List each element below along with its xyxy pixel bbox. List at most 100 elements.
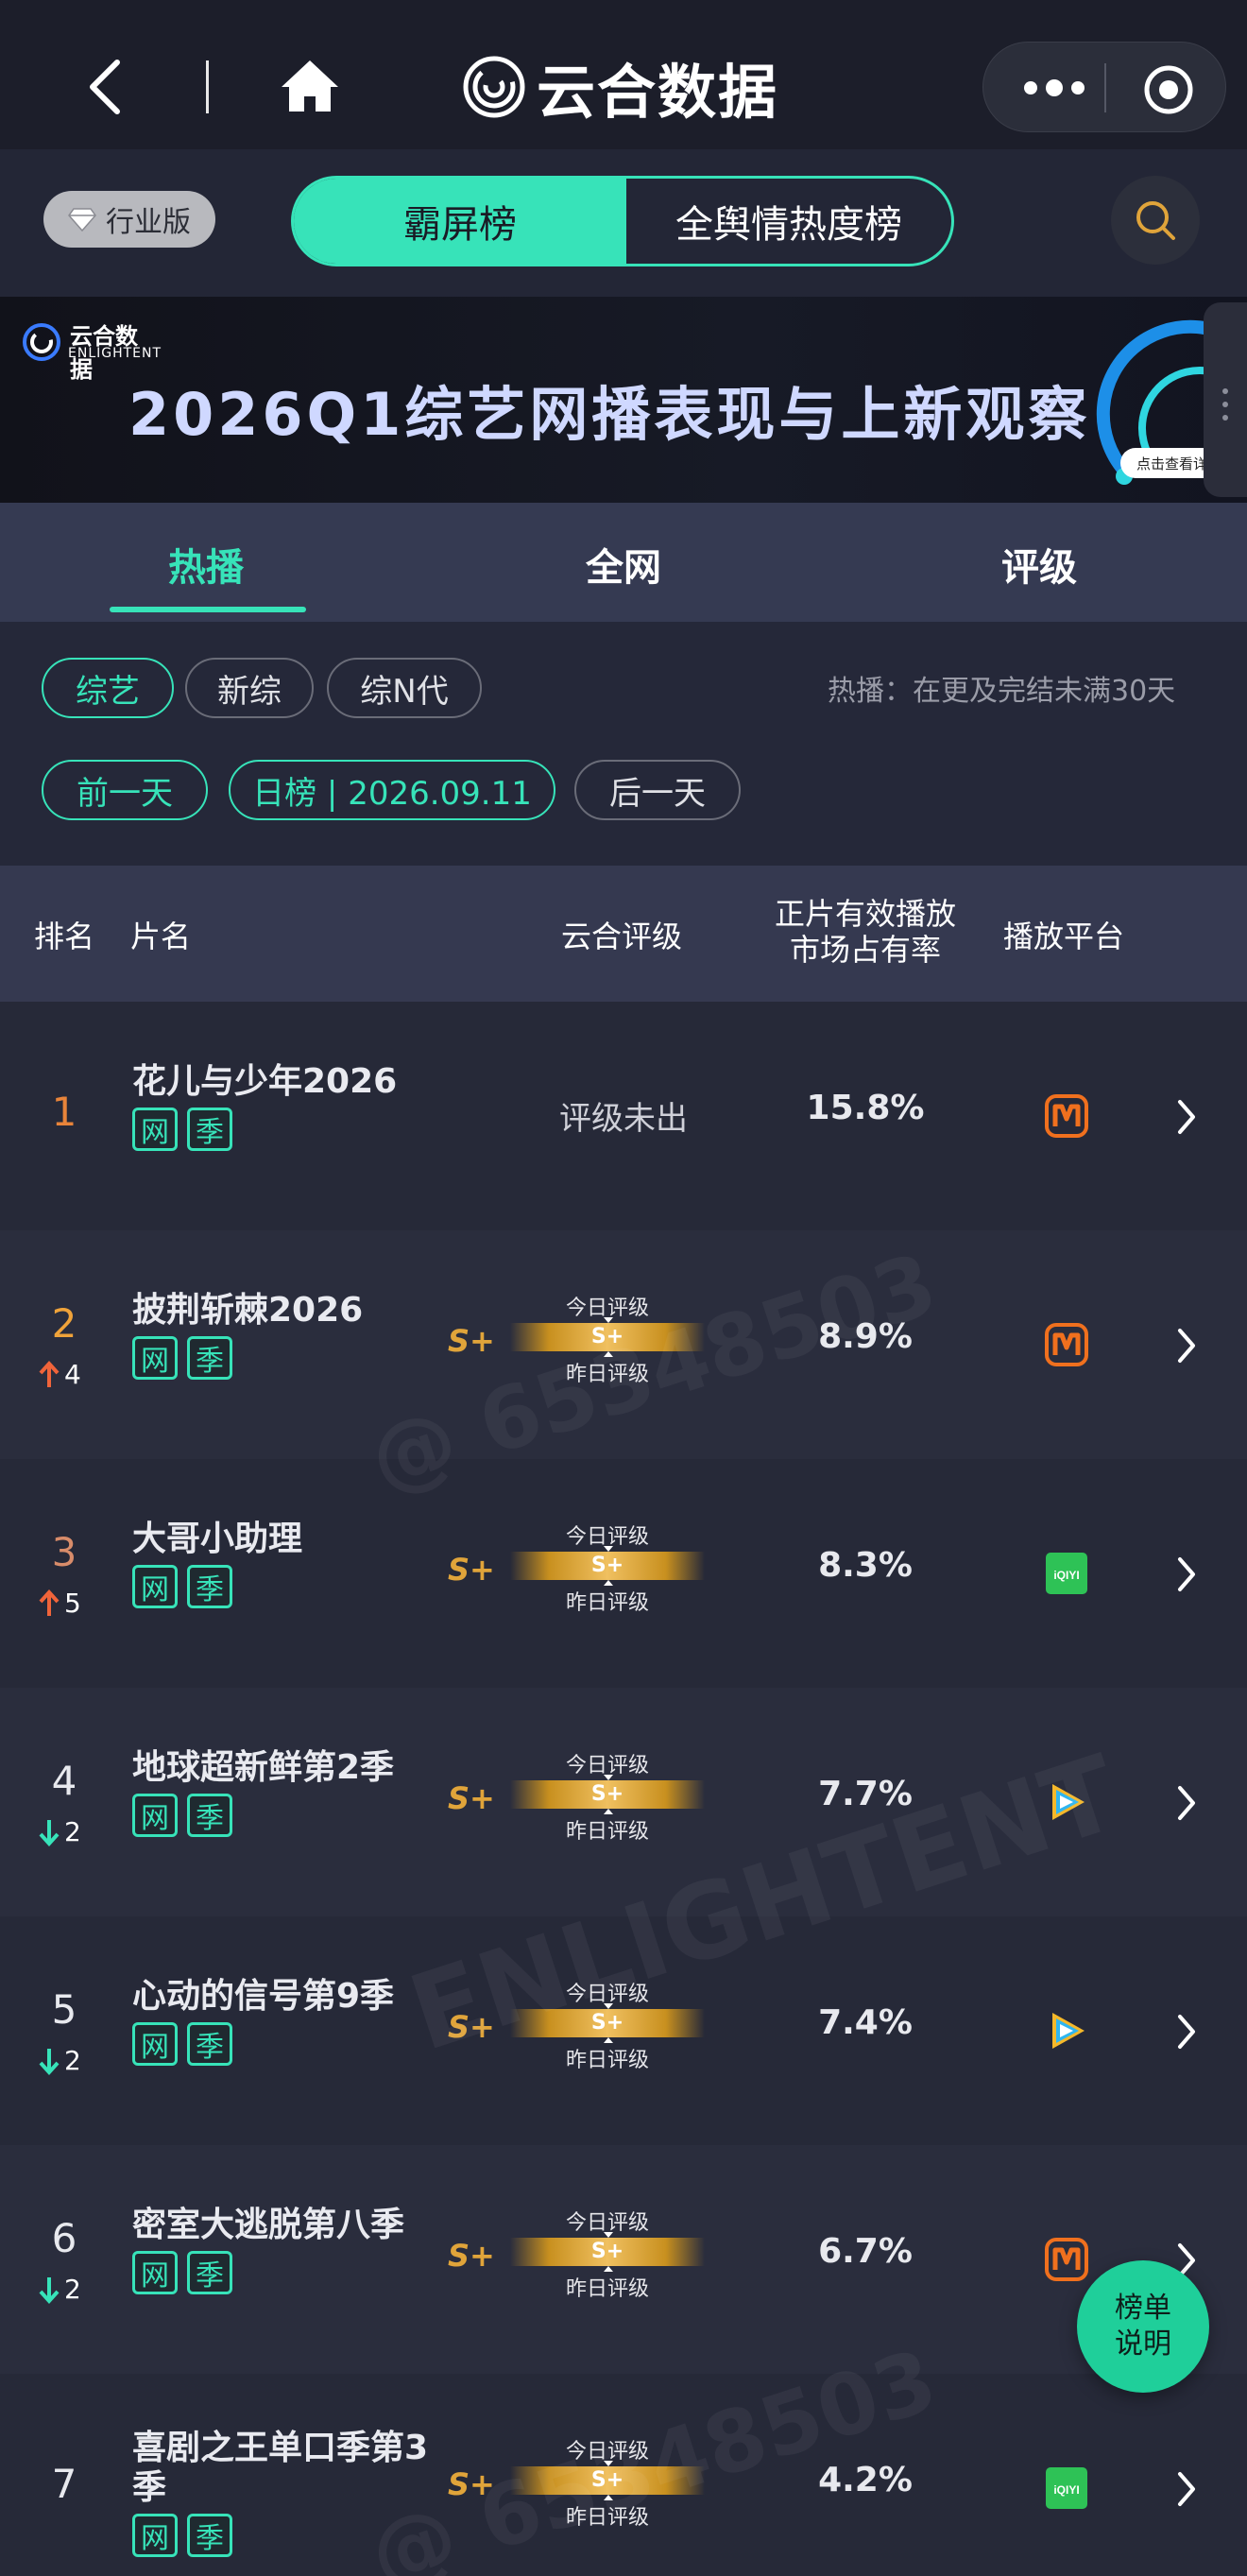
rating-grade: S+ xyxy=(448,2466,495,2502)
back-chevron-icon[interactable] xyxy=(81,57,128,117)
chevron-right-icon[interactable] xyxy=(1175,2013,1198,2051)
mango-tv-icon xyxy=(1045,1094,1088,1138)
rank-change: 2 xyxy=(38,2274,104,2305)
rank-change: 4 xyxy=(38,1359,104,1390)
chevron-right-icon[interactable] xyxy=(1175,1327,1198,1365)
svg-text:iQIYI: iQIYI xyxy=(1053,1569,1079,1582)
tag-season: 季 xyxy=(187,1565,232,1608)
yesterday-rating-label: 昨日评级 xyxy=(565,1591,649,1615)
rank-change: 5 xyxy=(38,1588,104,1619)
rank-number: 2 xyxy=(51,1300,77,1347)
divider xyxy=(206,60,209,113)
rating-value: S+ xyxy=(590,1782,624,1806)
brand-logo-icon xyxy=(23,323,60,361)
list-explanation-button[interactable]: 榜单 说明 xyxy=(1077,2260,1209,2393)
show-tags: 网季 xyxy=(132,1108,232,1151)
market-share: 8.3% xyxy=(818,1546,913,1585)
rank-change-value: 5 xyxy=(64,1588,81,1619)
show-title: 披荆斩棘2026 xyxy=(132,1291,364,1330)
tab-hot[interactable]: 热播 xyxy=(168,537,244,592)
segment-public-opinion-list[interactable]: 全舆情热度榜 xyxy=(626,179,951,264)
rating-grade: S+ xyxy=(448,1780,495,1816)
header-share-line1: 正片有效播放 xyxy=(774,896,956,932)
chevron-right-icon[interactable] xyxy=(1175,2470,1198,2508)
rank-change-value: 4 xyxy=(64,1359,81,1390)
promo-banner[interactable]: 云合数据 ENLIGHTENT 2026Q1综艺网播表现与上新观察 点击查看详情 xyxy=(0,297,1247,503)
header-share-line2: 市场占有率 xyxy=(789,932,941,968)
industry-edition-badge[interactable]: 行业版 xyxy=(43,191,215,248)
market-share: 7.7% xyxy=(818,1775,913,1813)
header-share: 正片有效播放 市场占有率 xyxy=(752,896,979,968)
banner-logo-en: ENLIGHTENT xyxy=(68,346,162,361)
tag-season: 季 xyxy=(187,2514,232,2557)
brand-logo-icon xyxy=(463,56,525,118)
chip-sequel-variety[interactable]: 综N代 xyxy=(327,658,482,718)
header-rating: 云合评级 xyxy=(561,919,683,954)
float-label-2: 说明 xyxy=(1115,2327,1171,2361)
rank-number: 3 xyxy=(51,1529,77,1575)
brand: 云合数据 xyxy=(463,53,778,127)
segment-dominate-list[interactable]: 霸屏榜 xyxy=(294,179,626,264)
next-day-button[interactable]: 后一天 xyxy=(574,760,741,820)
tag-season: 季 xyxy=(187,2022,232,2066)
arrow-down-icon xyxy=(39,2048,60,2075)
iqiyi-icon: iQIYI xyxy=(1046,1553,1087,1594)
rank-number: 7 xyxy=(51,2461,77,2507)
home-icon[interactable] xyxy=(280,59,340,113)
date-selector[interactable]: 日榜 | 2026.09.11 xyxy=(229,760,555,820)
show-title-continued: 季 xyxy=(132,2468,167,2507)
tab-rating[interactable]: 评级 xyxy=(1001,537,1077,592)
tag-season: 季 xyxy=(187,1108,232,1151)
rating-value: S+ xyxy=(590,2468,624,2492)
ranking-row[interactable]: 6 2 密室大逃脱第八季网季 S+ 今日评级 S+ 昨日评级 6.7% xyxy=(0,2145,1247,2374)
table-header: 排名 片名 云合评级 正片有效播放 市场占有率 播放平台 xyxy=(0,866,1247,1002)
more-dots-icon[interactable] xyxy=(1021,71,1087,105)
chevron-right-icon[interactable] xyxy=(1175,1784,1198,1822)
rating-gauge: 今日评级 S+ 昨日评级 xyxy=(510,1977,705,2072)
chevron-right-icon[interactable] xyxy=(1175,1555,1198,1593)
prev-day-button[interactable]: 前一天 xyxy=(42,760,208,820)
tencent-video-icon xyxy=(1052,1784,1085,1820)
tag-network: 网 xyxy=(132,2514,178,2557)
ranking-row[interactable]: 1 花儿与少年2026 网季 评级未出 15.8% xyxy=(0,1002,1247,1230)
mango-tv-icon xyxy=(1045,2238,1088,2281)
industry-edition-label: 行业版 xyxy=(106,206,191,239)
header-title: 片名 xyxy=(130,919,192,954)
search-icon xyxy=(1136,201,1175,240)
sub-header: 行业版 霸屏榜 全舆情热度榜 xyxy=(0,149,1247,297)
ranking-row[interactable]: 5 2 心动的信号第9季网季 S+ 今日评级 S+ 昨日评级 7.4% xyxy=(0,1916,1247,2145)
tag-network: 网 xyxy=(132,2022,178,2066)
rating-value: S+ xyxy=(590,1554,624,1577)
show-tags: 网季 xyxy=(132,2251,232,2294)
active-tab-indicator xyxy=(110,607,306,612)
tag-network: 网 xyxy=(132,2251,178,2294)
ranking-row[interactable]: 7 喜剧之王单口季第3 季网季 S+ 今日评级 S+ 昨日评级 4.2% iQIYI xyxy=(0,2374,1247,2576)
tag-network: 网 xyxy=(132,1336,178,1380)
rating-grade: S+ xyxy=(448,2238,495,2274)
ranking-row[interactable]: 3 5 大哥小助理网季 S+ 今日评级 S+ 昨日评级 8.3% iQIYI xyxy=(0,1459,1247,1688)
show-title: 心动的信号第9季 xyxy=(132,1977,395,2016)
rating-gauge: 今日评级 S+ 昨日评级 xyxy=(510,1291,705,1386)
rating-gauge: 今日评级 S+ 昨日评级 xyxy=(510,1748,705,1844)
mango-tv-icon xyxy=(1045,1323,1088,1366)
tag-network: 网 xyxy=(132,1565,178,1608)
tab-all-network[interactable]: 全网 xyxy=(586,537,661,592)
vertical-dots-icon xyxy=(1222,388,1228,421)
tag-network: 网 xyxy=(132,1108,178,1151)
banner-side-handle[interactable] xyxy=(1204,302,1247,497)
tab-bar: 热播 全网 评级 xyxy=(0,503,1247,622)
iqiyi-icon: iQIYI xyxy=(1046,2467,1087,2509)
rank-change-value: 2 xyxy=(64,2274,81,2305)
ranking-row[interactable]: 4 2 地球超新鲜第2季网季 S+ 今日评级 S+ 昨日评级 7.7% xyxy=(0,1688,1247,1916)
rank-change-value: 2 xyxy=(64,1816,81,1847)
show-tags: 网季 xyxy=(132,1336,232,1380)
chip-new-variety[interactable]: 新综 xyxy=(185,658,314,718)
chip-variety[interactable]: 综艺 xyxy=(42,658,174,718)
svg-text:iQIYI: iQIYI xyxy=(1053,2483,1079,2497)
ranking-row[interactable]: 2 4 披荆斩棘2026 网季 S+ 今日评级 S+ 昨日评级 8.9% xyxy=(0,1230,1247,1459)
search-button[interactable] xyxy=(1111,176,1200,265)
chevron-right-icon[interactable] xyxy=(1175,1098,1198,1136)
yesterday-rating-label: 昨日评级 xyxy=(565,2506,649,2530)
tag-season: 季 xyxy=(187,1794,232,1837)
target-icon[interactable] xyxy=(1142,63,1195,116)
